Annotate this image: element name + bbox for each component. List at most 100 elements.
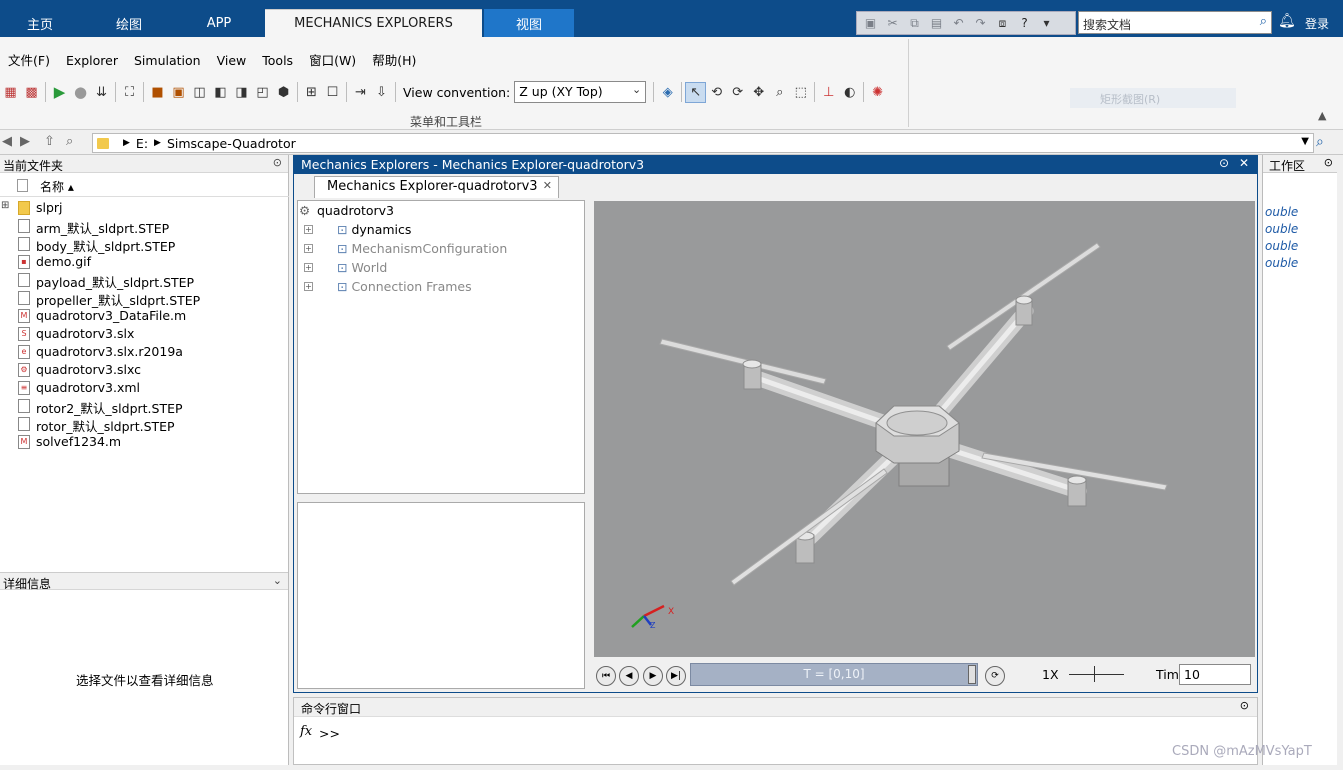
pan-icon[interactable]: ✥ [748, 82, 769, 103]
close-tab-icon[interactable]: ✕ [543, 179, 552, 192]
path-folder[interactable]: Simscape-Quadrotor [167, 136, 296, 151]
screenshot-button[interactable]: 矩形截图(R) [1070, 88, 1236, 108]
view-convention-dropdown[interactable]: Z up (XY Top) ⌄ [514, 81, 647, 103]
chevron-down-icon[interactable]: ⌄ [273, 574, 282, 587]
file-row[interactable]: ⊞ slprj [0, 199, 289, 217]
quick-access-menu-icon[interactable]: ▾ [1037, 15, 1056, 32]
paste-icon[interactable]: ▤ [927, 15, 946, 32]
back-icon[interactable]: ◀ [2, 134, 12, 149]
bottom-view-icon[interactable]: ◰ [252, 82, 273, 103]
tree-node[interactable]: + ⊡ MechanismConfiguration [304, 241, 507, 256]
file-row[interactable]: e quadrotorv3.slx.r2019a [0, 343, 289, 361]
save-model-icon[interactable]: ▩ [21, 82, 42, 103]
right-view-icon[interactable]: ◧ [210, 82, 231, 103]
workspace-value-type[interactable]: ouble [1265, 222, 1298, 236]
workspace-value-type[interactable]: ouble [1265, 239, 1298, 253]
rotate-icon[interactable]: ⟲ [706, 82, 727, 103]
column-name[interactable]: 名称 ▴ [40, 178, 74, 195]
copy-icon[interactable]: ⧉ [905, 15, 924, 32]
workspace-value-type[interactable]: ouble [1265, 205, 1298, 219]
menu-help[interactable]: 帮助(H) [364, 52, 424, 70]
fit-to-view-icon[interactable]: ⛶ [119, 82, 140, 103]
explorer-tab[interactable]: Mechanics Explorer-quadrotorv3 ✕ [314, 176, 559, 198]
tab-view[interactable]: 视图 [484, 9, 574, 37]
front-view-icon[interactable]: ■ [147, 82, 168, 103]
left-view-icon[interactable]: ◫ [189, 82, 210, 103]
panel-menu-icon[interactable]: ⊙ [273, 156, 282, 169]
file-row[interactable]: ▪ demo.gif [0, 253, 289, 271]
step-icon[interactable]: ⇊ [91, 82, 112, 103]
time-slider[interactable]: T = [0,10] [690, 663, 978, 686]
tab-mechanics-explorers[interactable]: MECHANICS EXPLORERS [265, 9, 482, 37]
menu-explorer[interactable]: Explorer [58, 52, 126, 70]
login-link[interactable]: 登录 [1305, 15, 1329, 32]
bell-icon[interactable]: 🔔︎ [1278, 13, 1296, 29]
file-row[interactable]: ≡ quadrotorv3.xml [0, 379, 289, 397]
single-view-icon[interactable]: ☐ [322, 82, 343, 103]
close-icon[interactable]: ✕ [1239, 156, 1249, 170]
panel-menu-icon[interactable]: ⊙ [1324, 156, 1333, 169]
play-button-icon[interactable]: ▶ [643, 666, 663, 686]
menu-tools[interactable]: Tools [254, 52, 301, 70]
file-row[interactable]: propeller_默认_sldprt.STEP [0, 289, 289, 308]
tree-node[interactable]: ⚙ quadrotorv3 [299, 203, 394, 218]
cut-icon[interactable]: ✂ [883, 15, 902, 32]
expand-icon[interactable]: + [304, 263, 313, 272]
loop-icon[interactable]: ⟳ [985, 666, 1005, 686]
path-drive[interactable]: E: [136, 136, 148, 151]
file-row[interactable]: rotor2_默认_sldprt.STEP [0, 397, 289, 416]
step-forward-icon[interactable]: ▶| [666, 666, 686, 686]
file-row[interactable]: payload_默认_sldprt.STEP [0, 271, 289, 290]
step-back-icon[interactable]: ◀ [619, 666, 639, 686]
color-icon[interactable]: ◈ [657, 82, 678, 103]
expand-icon[interactable]: + [304, 225, 313, 234]
play-icon[interactable]: ▶ [49, 82, 70, 103]
time-input[interactable]: 10 [1179, 664, 1251, 685]
rewind-start-icon[interactable]: ⏮ [596, 666, 616, 686]
isometric-view-icon[interactable]: ⬢ [273, 82, 294, 103]
undo-icon[interactable]: ↶ [949, 15, 968, 32]
search-folder-icon[interactable]: ⌕ [1316, 134, 1324, 150]
function-browser-icon[interactable]: fx [300, 724, 312, 739]
path-input[interactable]: ▶ E: ▶ Simscape-Quadrotor ▼ [92, 133, 1314, 153]
path-dropdown-icon[interactable]: ▼ [1301, 136, 1309, 147]
split-horizontal-icon[interactable]: ⇥ [350, 82, 371, 103]
open-icon[interactable]: ▦ [0, 82, 21, 103]
file-row[interactable]: arm_默认_sldprt.STEP [0, 217, 289, 236]
frames-icon[interactable]: ⊥ [818, 82, 839, 103]
top-view-icon[interactable]: ◨ [231, 82, 252, 103]
redo-icon[interactable]: ↷ [971, 15, 990, 32]
menu-view[interactable]: View [209, 52, 255, 70]
roll-icon[interactable]: ⟳ [727, 82, 748, 103]
box-zoom-icon[interactable]: ⬚ [790, 82, 811, 103]
render-sphere-icon[interactable]: ◐ [839, 82, 860, 103]
up-folder-icon[interactable]: ⇧ [44, 134, 55, 149]
menu-window[interactable]: 窗口(W) [301, 52, 364, 70]
tab-plots[interactable]: 绘图 [88, 9, 170, 37]
collapse-toolstrip-icon[interactable]: ▲ [1318, 109, 1326, 122]
tree-node[interactable]: + ⊡ Connection Frames [304, 279, 472, 294]
file-row[interactable]: rotor_默认_sldprt.STEP [0, 415, 289, 434]
expand-icon[interactable]: + [304, 282, 313, 291]
expand-icon[interactable]: ⊞ [1, 200, 9, 211]
stop-icon[interactable]: ● [70, 82, 91, 103]
tree-node[interactable]: + ⊡ dynamics [304, 222, 411, 237]
menu-file[interactable]: 文件(F) [0, 52, 58, 70]
file-row[interactable]: body_默认_sldprt.STEP [0, 235, 289, 254]
window-menu-icon[interactable]: ⊙ [1219, 156, 1229, 170]
3d-viewport[interactable]: X Z [594, 201, 1255, 657]
file-row[interactable]: Squadrotorv3.slx [0, 325, 289, 343]
panel-menu-icon[interactable]: ⊙ [1240, 699, 1249, 712]
tab-home[interactable]: 主页 [0, 9, 80, 37]
tree-node[interactable]: + ⊡ World [304, 260, 387, 275]
forward-icon[interactable]: ▶ [20, 134, 30, 149]
browse-folder-icon[interactable]: ⌕ [66, 134, 73, 149]
workspace-value-type[interactable]: ouble [1265, 256, 1298, 270]
command-prompt[interactable]: >> [319, 726, 340, 741]
help-icon[interactable]: ? [1015, 15, 1034, 32]
search-docs-input[interactable]: 搜索文档 ⌕ [1078, 11, 1272, 34]
switch-windows-icon[interactable]: ⧈ [993, 15, 1012, 32]
tab-apps[interactable]: APP [178, 9, 260, 37]
speed-slider[interactable] [1069, 666, 1124, 682]
settings-icon[interactable]: ✺ [867, 82, 888, 103]
